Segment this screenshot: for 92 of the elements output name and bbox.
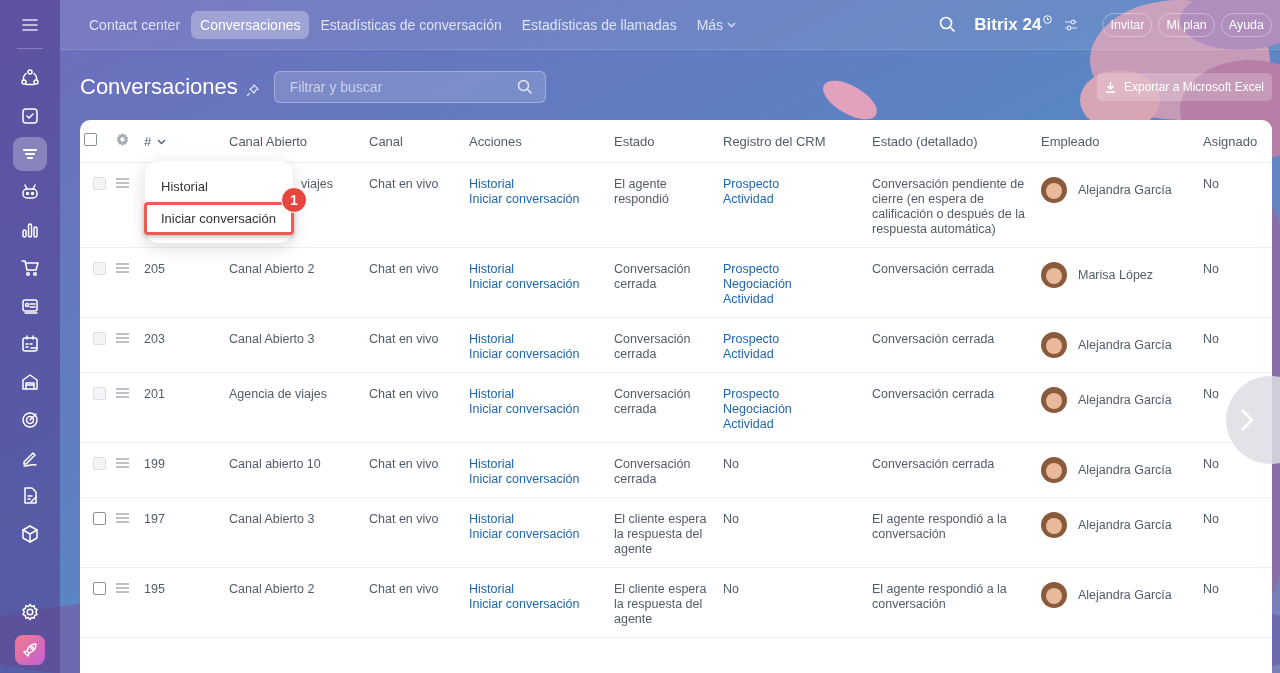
column-header[interactable]: Estado (detallado)	[872, 134, 978, 149]
table-cell: Chat en vivo	[369, 387, 439, 401]
action-link[interactable]: Historial	[469, 512, 515, 527]
drag-handle-icon[interactable]	[116, 513, 129, 523]
table-cell: El cliente espera la respuesta del agente	[614, 582, 707, 626]
search-icon[interactable]	[516, 79, 533, 95]
menu-item[interactable]: Historial	[145, 171, 224, 202]
table-cell: No	[723, 457, 739, 472]
funnel-icon[interactable]	[13, 137, 47, 171]
table-cell: Conversación cerrada	[872, 457, 995, 471]
avatar-icon	[1041, 262, 1067, 288]
table-cell: Conversación cerrada	[614, 387, 691, 416]
action-link[interactable]: Iniciar conversación	[469, 597, 580, 612]
drag-handle-icon[interactable]	[116, 333, 129, 343]
column-header[interactable]: Canal Abierto	[229, 134, 308, 149]
table-cell: Conversación cerrada	[614, 457, 691, 486]
row-checkbox[interactable]	[93, 512, 106, 525]
avatar-icon	[1041, 582, 1067, 608]
row-checkbox[interactable]	[93, 582, 106, 595]
table-cell: Conversación cerrada	[614, 262, 691, 291]
table-cell: Canal Abierto 2	[229, 262, 315, 276]
table-cell: Chat en vivo	[369, 512, 439, 526]
table-cell: No	[1203, 387, 1219, 401]
column-header[interactable]: Acciones	[469, 134, 522, 149]
table-cell: 197	[144, 512, 165, 526]
drag-handle-icon[interactable]	[116, 178, 129, 188]
page-title: Conversaciones	[80, 74, 238, 100]
drag-handle-icon[interactable]	[116, 458, 129, 468]
download-icon	[1104, 81, 1116, 93]
table-cell: Conversación cerrada	[872, 262, 995, 276]
avatar-icon	[1041, 457, 1067, 483]
column-header[interactable]: Canal	[369, 134, 403, 149]
table-cell: Conversación cerrada	[872, 387, 995, 401]
chevron-icon[interactable]	[157, 138, 167, 145]
employee-name[interactable]: Alejandra García	[1078, 518, 1172, 533]
drag-handle-icon[interactable]	[116, 388, 129, 398]
column-header[interactable]: #	[144, 134, 152, 149]
table-cell: Chat en vivo	[369, 332, 439, 346]
table-cell: Agencia de viajes	[229, 387, 327, 401]
table-cell: Conversación cerrada	[614, 332, 691, 361]
employee-name[interactable]: Alejandra García	[1078, 588, 1172, 603]
table-cell: Chat en vivo	[369, 457, 439, 471]
table-cell: No	[1203, 332, 1219, 346]
column-header[interactable]: Estado	[614, 134, 655, 149]
avatar-icon	[1041, 387, 1067, 413]
table-cell: El agente respondió a la conversación	[872, 512, 1007, 541]
settings-icon[interactable]	[21, 603, 39, 621]
table-cell: 201	[144, 387, 165, 401]
table-cell: Canal abierto 10	[229, 457, 321, 471]
rocket-icon[interactable]	[15, 635, 45, 665]
table-cell: No	[1203, 582, 1219, 596]
avatar-icon	[1041, 177, 1067, 203]
table-cell: Canal Abierto 3	[229, 512, 315, 526]
step-badge: 1	[281, 187, 307, 213]
table-cell: No	[723, 512, 739, 527]
table-cell: El agente respondió a la conversación	[872, 582, 1007, 611]
table-cell: No	[1203, 262, 1219, 276]
drag-handle-icon[interactable]	[116, 583, 129, 593]
drag-handle-icon[interactable]	[116, 263, 129, 273]
table-cell: Chat en vivo	[369, 262, 439, 276]
column-header[interactable]: Asignado	[1203, 134, 1258, 149]
avatar-icon	[1041, 512, 1067, 538]
table-cell: 203	[144, 332, 165, 346]
avatar-icon	[1041, 332, 1067, 358]
select-all-checkbox[interactable]	[84, 133, 97, 146]
table-cell: 195	[144, 582, 165, 596]
column-header[interactable]: Empleado	[1041, 134, 1100, 149]
table-cell: No	[723, 582, 739, 597]
table-cell: 205	[144, 262, 165, 276]
table-cell: Conversación pendiente de cierre (en espera de calificación o después de la respuesta automática)	[872, 177, 1025, 236]
table-cell: Conversación cerrada	[872, 332, 995, 346]
search-icon[interactable]	[939, 16, 957, 33]
table-cell: El cliente espera la respuesta del agente	[614, 512, 707, 556]
sliders-icon[interactable]	[1064, 18, 1079, 31]
table-cell: No	[1203, 177, 1219, 191]
action-link[interactable]: Iniciar conversación	[469, 527, 580, 542]
table-cell: 199	[144, 457, 165, 471]
column-header[interactable]: Registro del CRM	[723, 134, 826, 149]
table-cell: Canal Abierto 2	[229, 582, 315, 596]
table-cell: Chat en vivo	[369, 177, 439, 191]
table-cell: No	[1203, 512, 1219, 526]
clock-icon	[1043, 15, 1053, 24]
action-link[interactable]: Historial	[469, 582, 515, 597]
table-cell: El agente respondió	[614, 177, 669, 206]
nav-tab[interactable]: Contact center	[80, 10, 190, 39]
table-cell: Chat en vivo	[369, 582, 439, 596]
menu-icon[interactable]	[22, 18, 38, 32]
table-cell: No	[1203, 457, 1219, 471]
logo: Bitrix 24	[974, 14, 1042, 35]
chevron-right-icon	[1240, 408, 1254, 432]
table-cell: Canal Abierto 3	[229, 332, 315, 346]
pin-icon[interactable]	[245, 83, 259, 97]
